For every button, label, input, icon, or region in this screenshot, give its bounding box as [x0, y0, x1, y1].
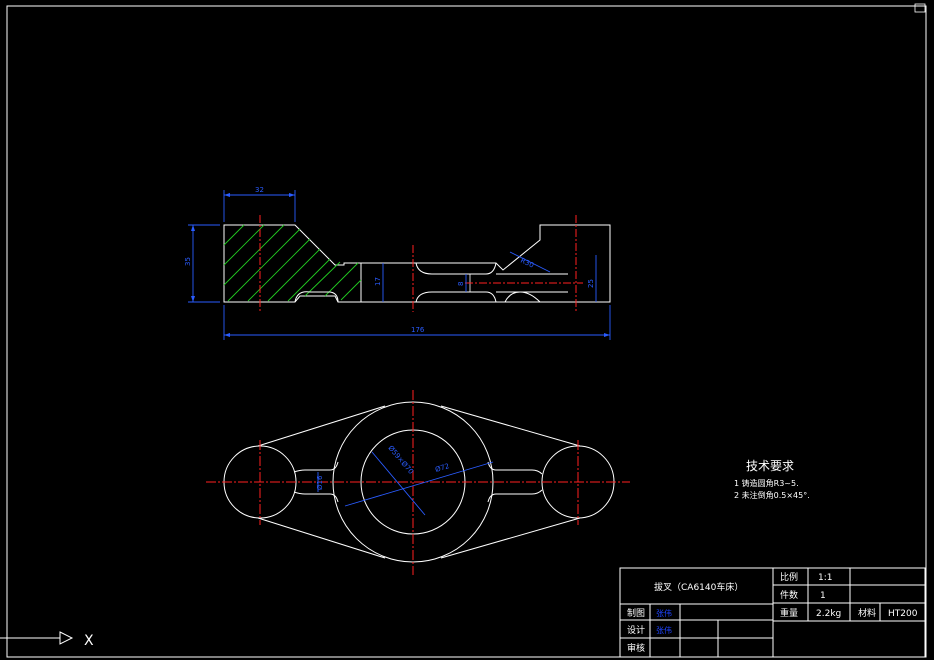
dim-chamfer: R30 — [519, 257, 535, 270]
drawn-value: 张伟 — [656, 608, 672, 618]
dim-bore-large: Ø59×Ø70 — [386, 444, 414, 476]
scale-value: 1:1 — [818, 573, 832, 583]
qty-label: 件数 — [780, 589, 798, 601]
material-value: HT200 — [888, 609, 918, 619]
drawing-sheet: 32 35 176 17 8 25 R30 Ø72 Ø59×Ø70 Ø16 技术… — [0, 3, 927, 658]
scale-label: 比例 — [780, 571, 798, 583]
notes-line-1: 1 铸造圆角R3~5. — [734, 478, 799, 488]
drawn-label: 制图 — [627, 607, 645, 619]
dim-total-length: 176 — [411, 326, 425, 334]
dim-neck-height: 17 — [374, 277, 382, 286]
cad-drawing-canvas[interactable]: 32 35 176 17 8 25 R30 Ø72 Ø59×Ø70 Ø16 技术… — [0, 0, 934, 660]
dim-hub-small: Ø16 — [316, 475, 324, 490]
technical-notes: 技术要求 1 铸造圆角R3~5. 2 未注倒角0.5×45°. — [734, 459, 810, 500]
notes-title: 技术要求 — [746, 459, 794, 473]
section-view: 32 35 176 17 8 25 R30 — [184, 186, 611, 340]
part-name: 拔叉（CA6140车床） — [654, 581, 743, 593]
dim-bore-small: Ø72 — [434, 462, 450, 474]
check-label: 审核 — [627, 642, 645, 654]
hatch-pattern — [223, 224, 362, 302]
dim-left-height: 35 — [184, 257, 192, 266]
ucs-axis: X — [0, 631, 94, 649]
design-label: 设计 — [627, 624, 645, 636]
design-value: 张伟 — [656, 625, 672, 635]
weight-value: 2.2kg — [816, 609, 841, 619]
qty-value: 1 — [820, 591, 826, 601]
axis-x-label: X — [84, 633, 94, 649]
dim-right-height: 25 — [587, 279, 595, 288]
dim-top-width: 32 — [255, 186, 264, 194]
corner-marker — [914, 3, 926, 13]
notes-line-2: 2 未注倒角0.5×45°. — [734, 490, 810, 500]
sheet-border — [6, 5, 927, 658]
weight-label: 重量 — [780, 607, 798, 619]
dimension-lines — [188, 190, 611, 340]
dim-slot-height: 8 — [457, 282, 465, 286]
material-label: 材料 — [858, 607, 876, 619]
plan-view: Ø72 Ø59×Ø70 Ø16 — [206, 390, 630, 575]
